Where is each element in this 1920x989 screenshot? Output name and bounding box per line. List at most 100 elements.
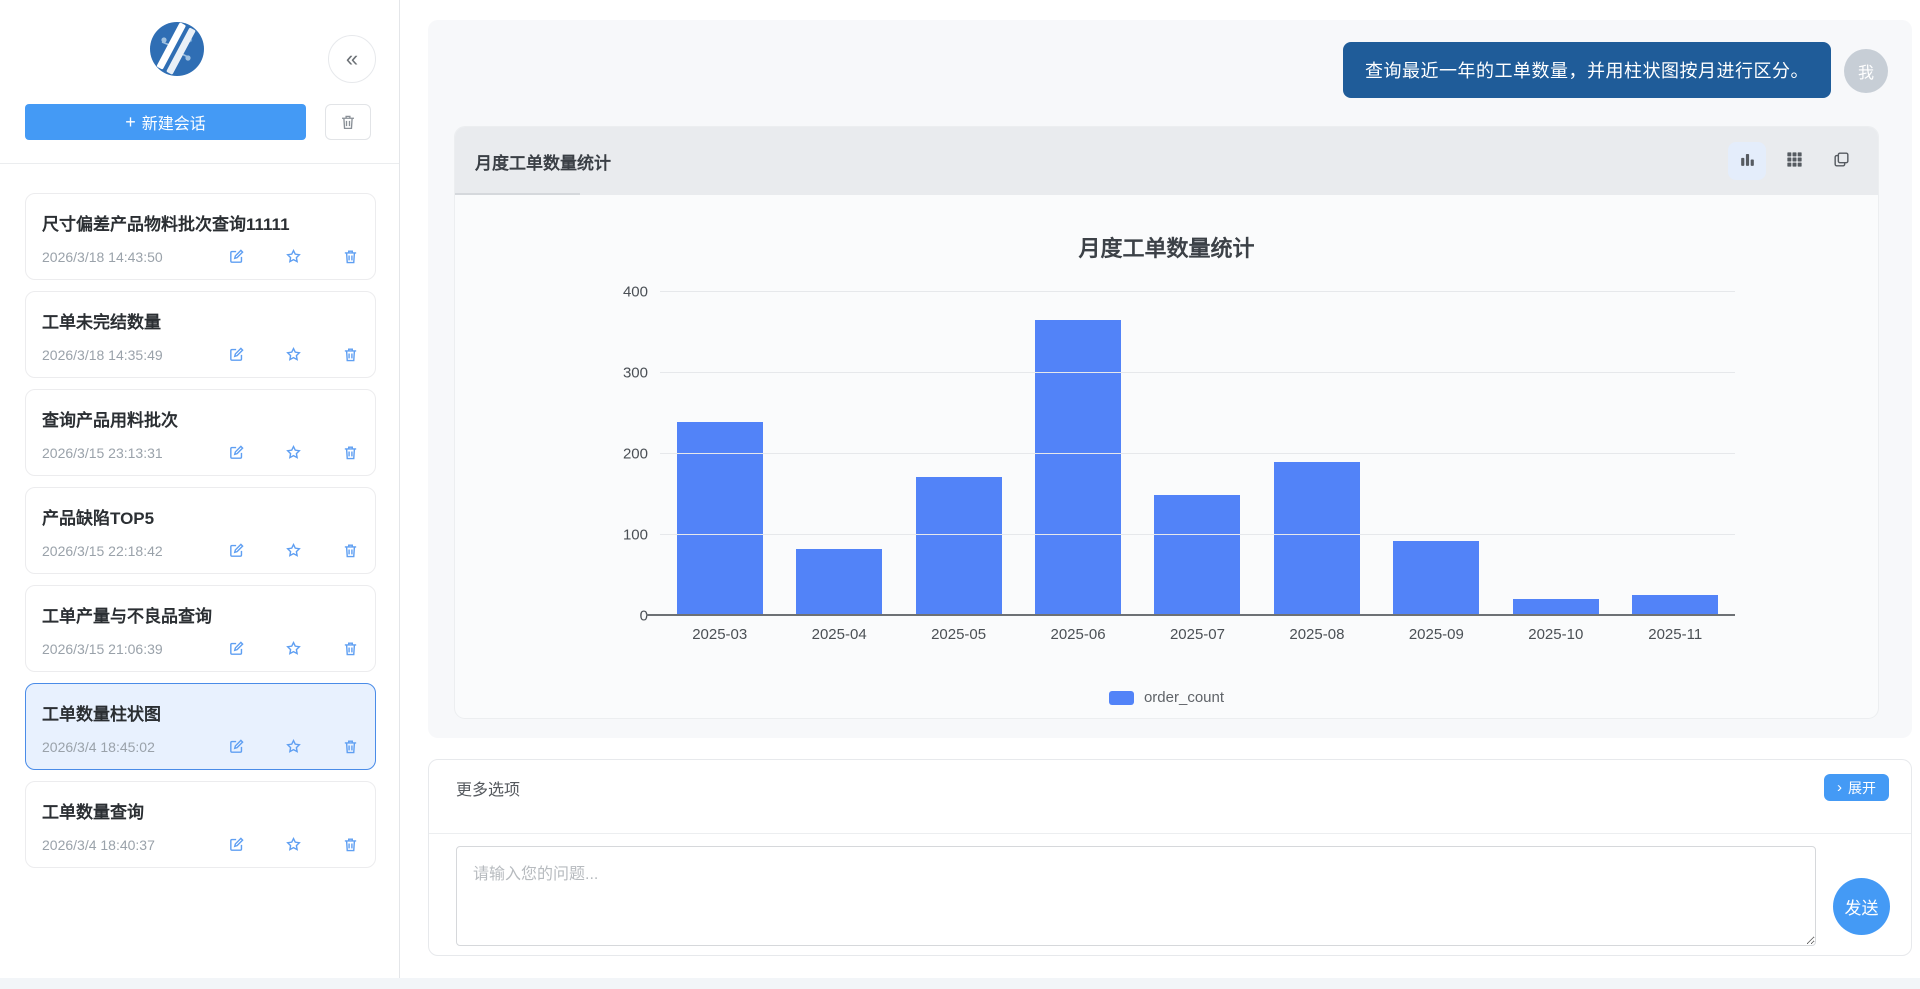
y-tick-label: 300 [623,365,648,382]
footer-strip [0,978,1920,989]
bar-2025-04 [796,549,882,616]
star-icon[interactable] [285,640,302,657]
bar-2025-06 [1035,320,1121,616]
clear-sessions-button[interactable] [325,104,371,140]
conversation-item[interactable]: 工单未完结数量 2026/3/18 14:35:49 [25,291,376,378]
grid-icon [1785,150,1804,172]
bar-slot [660,292,779,616]
conversation-meta: 2026/3/15 21:06:39 [42,640,359,657]
sidebar-collapse-button[interactable]: « [328,35,376,83]
x-tick-label: 2025-09 [1377,626,1496,643]
conversation-time: 2026/3/15 21:06:39 [42,641,188,657]
conversation-meta: 2026/3/18 14:43:50 [42,248,359,265]
bar-2025-09 [1393,541,1479,616]
chart-title: 月度工单数量统计 [455,195,1878,263]
conversation-item[interactable]: 工单数量查询 2026/3/4 18:40:37 [25,781,376,868]
edit-icon[interactable] [228,640,245,657]
conversation-item[interactable]: 工单数量柱状图 2026/3/4 18:45:02 [25,683,376,770]
chart-toolbar [1728,142,1860,180]
bar-slot [1138,292,1257,616]
gridline [660,372,1735,373]
conversation-meta: 2026/3/15 22:18:42 [42,542,359,559]
conversation-item[interactable]: 尺寸偏差产品物料批次查询11111 2026/3/18 14:43:50 [25,193,376,280]
edit-icon[interactable] [228,738,245,755]
edit-icon[interactable] [228,248,245,265]
bar-2025-08 [1274,462,1360,616]
star-icon[interactable] [285,738,302,755]
bar-slot [1257,292,1376,616]
trash-icon[interactable] [342,346,359,363]
bar-slot [1377,292,1496,616]
conversation-title: 工单数量查询 [42,798,359,823]
star-icon[interactable] [285,836,302,853]
star-icon[interactable] [285,248,302,265]
chart-legend[interactable]: order_count [455,689,1878,706]
conversation-list[interactable]: 尺寸偏差产品物料批次查询11111 2026/3/18 14:43:50 [0,164,399,868]
gridline [660,453,1735,454]
bar-2025-11 [1632,595,1718,616]
chart-card-tab[interactable]: 月度工单数量统计 [475,149,611,174]
trash-icon[interactable] [342,542,359,559]
chart-card-header: 月度工单数量统计 [455,127,1878,195]
edit-icon[interactable] [228,346,245,363]
new-session-button[interactable]: + 新建会话 [25,104,306,140]
question-input[interactable] [456,846,1816,946]
chart: 0100200300400 [605,292,1735,616]
y-tick-label: 400 [623,284,648,301]
plus-icon: + [125,112,136,133]
trash-icon[interactable] [342,640,359,657]
star-icon[interactable] [285,444,302,461]
x-tick-label: 2025-04 [779,626,898,643]
conversation-title: 工单未完结数量 [42,308,359,333]
y-axis-labels: 0100200300400 [605,292,660,616]
conversation-time: 2026/3/15 22:18:42 [42,543,188,559]
chat-scroll-area[interactable]: 查询最近一年的工单数量，并用柱状图按月进行区分。 我 月度工单数量统计 [428,20,1912,738]
conversation-time: 2026/3/4 18:40:37 [42,837,188,853]
bars [660,292,1735,616]
table-view-button[interactable] [1775,142,1813,180]
trash-icon[interactable] [342,444,359,461]
chart-card-body: 月度工单数量统计 0100200300400 2025-032025-04202… [455,195,1878,718]
y-tick-label: 0 [640,608,648,625]
bar-chart-icon [1738,150,1757,172]
copy-icon [1832,150,1851,172]
x-tick-label: 2025-06 [1018,626,1137,643]
star-icon[interactable] [285,542,302,559]
conversation-time: 2026/3/18 14:35:49 [42,347,188,363]
x-tick-label: 2025-08 [1257,626,1376,643]
conversation-meta: 2026/3/15 23:13:31 [42,444,359,461]
conversation-item[interactable]: 产品缺陷TOP5 2026/3/15 22:18:42 [25,487,376,574]
x-axis-line [646,614,1735,616]
copy-button[interactable] [1822,142,1860,180]
trash-icon[interactable] [342,248,359,265]
edit-icon[interactable] [228,542,245,559]
conversation-time: 2026/3/4 18:45:02 [42,739,188,755]
more-options-label: 更多选项 [456,776,520,800]
send-button[interactable]: 发送 [1833,878,1890,935]
conversation-item[interactable]: 查询产品用料批次 2026/3/15 23:13:31 [25,389,376,476]
conversation-meta: 2026/3/18 14:35:49 [42,346,359,363]
gridline [660,534,1735,535]
y-tick-label: 200 [623,446,648,463]
user-message-bubble: 查询最近一年的工单数量，并用柱状图按月进行区分。 [1343,42,1831,98]
x-axis-labels: 2025-032025-042025-052025-062025-072025-… [660,626,1735,643]
trash-icon[interactable] [342,836,359,853]
star-icon[interactable] [285,346,302,363]
chart-view-button[interactable] [1728,142,1766,180]
composer-panel: 更多选项 › 展开 发送 [428,759,1912,956]
expand-button[interactable]: › 展开 [1824,774,1889,801]
edit-icon[interactable] [228,444,245,461]
conversation-meta: 2026/3/4 18:45:02 [42,738,359,755]
bar-slot [1018,292,1137,616]
bar-slot [1496,292,1615,616]
x-tick-label: 2025-10 [1496,626,1615,643]
conversation-item[interactable]: 工单产量与不良品查询 2026/3/15 21:06:39 [25,585,376,672]
plot-area [660,292,1735,616]
conversation-time: 2026/3/18 14:43:50 [42,249,188,265]
user-avatar: 我 [1844,49,1888,93]
edit-icon[interactable] [228,836,245,853]
x-tick-label: 2025-11 [1616,626,1735,643]
conversation-title: 尺寸偏差产品物料批次查询11111 [42,210,359,235]
x-tick-label: 2025-05 [899,626,1018,643]
trash-icon[interactable] [342,738,359,755]
